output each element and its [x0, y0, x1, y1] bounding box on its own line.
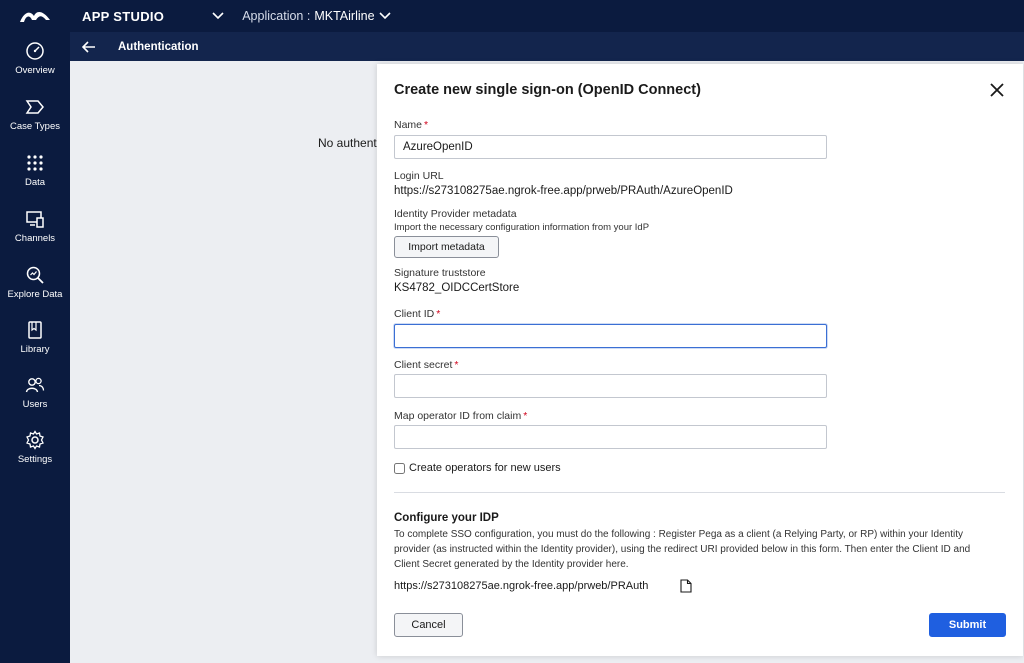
- client-id-label: Client ID *: [394, 308, 441, 320]
- sidebar-item-label: Explore Data: [7, 289, 63, 300]
- sidebar-item-settings[interactable]: Settings: [0, 430, 70, 480]
- magnifier-chart-icon: [26, 266, 44, 284]
- sidebar-item-label: Channels: [14, 233, 56, 244]
- sidebar-item-users[interactable]: Users: [0, 375, 70, 425]
- map-operator-label: Map operator ID from claim *: [394, 410, 528, 422]
- sso-dialog: Create new single sign-on (OpenID Connec…: [377, 64, 1023, 656]
- sidebar-item-library[interactable]: Library: [0, 320, 70, 370]
- sidebar-item-explore-data[interactable]: Explore Data: [0, 265, 70, 315]
- sidebar-item-label: Case Types: [10, 121, 60, 132]
- login-url-value: https://s273108275ae.ngrok-free.app/prwe…: [394, 185, 733, 197]
- chevron-shape-icon: [25, 100, 44, 114]
- page-header: Authentication: [70, 32, 1024, 61]
- redirect-uri-value: https://s273108275ae.ngrok-free.app/prwe…: [394, 580, 649, 592]
- cancel-button[interactable]: Cancel: [394, 613, 463, 637]
- create-operators-row[interactable]: Create operators for new users: [394, 462, 561, 474]
- sidebar-item-label: Overview: [15, 65, 55, 76]
- dialog-title: Create new single sign-on (OpenID Connec…: [394, 82, 701, 98]
- close-icon[interactable]: [989, 82, 1005, 98]
- idp-metadata-help: Import the necessary configuration infor…: [394, 222, 650, 233]
- sidebar-item-label: Users: [22, 399, 48, 410]
- book-icon: [28, 321, 42, 339]
- configure-idp-title: Configure your IDP: [394, 512, 499, 524]
- devices-icon: [26, 211, 44, 228]
- application-label: Application :: [242, 9, 311, 23]
- idp-metadata-label: Identity Provider metadata: [394, 208, 517, 220]
- sidebar-item-label: Settings: [17, 454, 53, 465]
- studio-name: APP STUDIO: [82, 8, 165, 24]
- divider: [394, 492, 1005, 493]
- page-title: Authentication: [118, 40, 199, 53]
- import-metadata-button[interactable]: Import metadata: [394, 236, 499, 258]
- chevron-down-icon[interactable]: [378, 9, 393, 23]
- gear-icon: [26, 430, 44, 450]
- sidebar-item-label: Library: [20, 344, 50, 355]
- users-icon: [25, 377, 45, 393]
- sidebar-item-data[interactable]: Data: [0, 153, 70, 203]
- sidebar-item-overview[interactable]: Overview: [0, 41, 70, 91]
- truststore-label: Signature truststore: [394, 267, 486, 279]
- app-logo[interactable]: [0, 0, 70, 32]
- grid-dots-icon: [27, 155, 43, 171]
- top-bar: APP STUDIO Application : MKTAirline: [0, 0, 1024, 32]
- truststore-value: KS4782_OIDCCertStore: [394, 282, 520, 294]
- name-input[interactable]: [394, 135, 827, 159]
- name-label: Name *: [394, 119, 429, 131]
- pega-logo-icon: [20, 11, 50, 22]
- application-name[interactable]: MKTAirline: [314, 9, 374, 23]
- login-url-label: Login URL: [394, 170, 444, 182]
- sidebar-item-case-types[interactable]: Case Types: [0, 97, 70, 147]
- sidebar-item-channels[interactable]: Channels: [0, 209, 70, 259]
- submit-button[interactable]: Submit: [929, 613, 1006, 637]
- client-secret-input[interactable]: [394, 374, 827, 398]
- configure-idp-description: To complete SSO configuration, you must …: [394, 529, 971, 570]
- create-operators-checkbox[interactable]: [394, 462, 405, 474]
- client-id-input[interactable]: [394, 324, 827, 348]
- chevron-down-icon[interactable]: [212, 9, 226, 23]
- copy-icon[interactable]: [680, 579, 692, 593]
- gauge-icon: [26, 42, 44, 60]
- client-secret-label: Client secret *: [394, 359, 459, 371]
- sidebar: Overview Case Types Data Channels Explor…: [0, 32, 70, 663]
- map-operator-input[interactable]: [394, 425, 827, 449]
- create-operators-label: Create operators for new users: [409, 462, 561, 474]
- empty-state-text: No authenti: [318, 136, 380, 150]
- back-arrow-icon[interactable]: [82, 39, 98, 55]
- sidebar-item-label: Data: [24, 177, 46, 188]
